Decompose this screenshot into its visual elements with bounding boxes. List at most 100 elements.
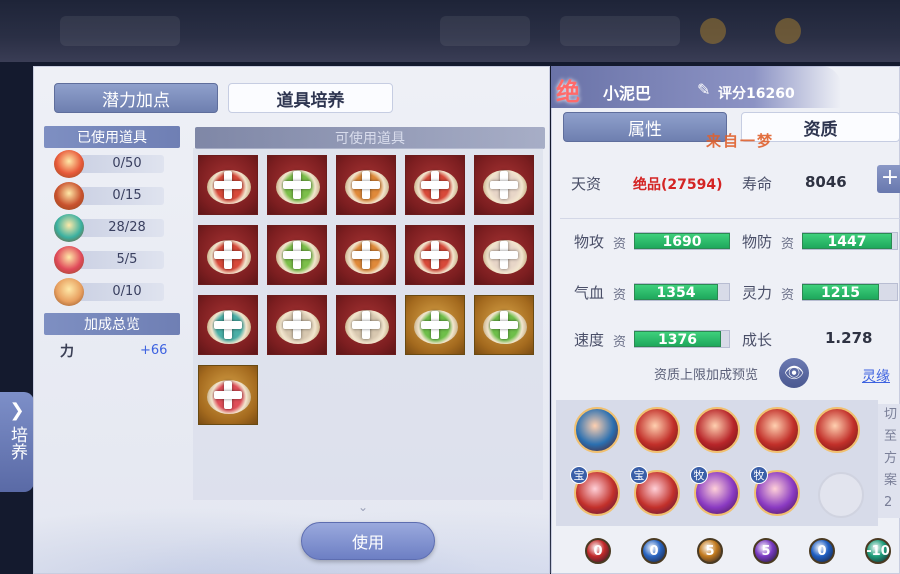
skull-skill-icon[interactable]: 宝 — [630, 466, 680, 516]
item-slot[interactable] — [405, 155, 465, 215]
cat-skill-icon[interactable]: 牧 — [750, 466, 800, 516]
stat-label: 灵力 — [742, 284, 773, 302]
tab-label: 道具培养 — [276, 90, 345, 111]
item-slot[interactable] — [474, 225, 534, 285]
add-life-button[interactable]: + — [877, 165, 900, 193]
helmet-skill-icon[interactable] — [754, 407, 800, 453]
talent-value: 绝品(27594) — [633, 177, 723, 193]
item-slot[interactable] — [336, 225, 396, 285]
life-label: 寿命 — [742, 175, 773, 193]
stat-label: 气血 — [574, 284, 605, 302]
item-slot[interactable] — [474, 295, 534, 355]
food-dish-icon — [54, 150, 84, 178]
aptitude-tag: 资 — [781, 237, 795, 252]
pet-score: 评分16260 — [718, 86, 795, 102]
item-slot[interactable] — [474, 155, 534, 215]
used-item-row[interactable]: 0/10 — [52, 278, 166, 306]
use-button-label: 使用 — [351, 533, 384, 552]
wind-skill-icon[interactable] — [574, 407, 620, 453]
element-orb[interactable]: -10 — [865, 538, 891, 564]
soup-bowl-icon — [54, 278, 84, 306]
used-item-count: 28/28 — [108, 220, 146, 235]
talent-label: 天资 — [571, 175, 602, 193]
aptitude-tag: 资 — [613, 335, 627, 350]
eye-icon[interactable]: 👁 — [779, 358, 809, 388]
skill-tag: 宝 — [630, 466, 648, 484]
tab-potential-points[interactable]: 潜力加点 — [54, 83, 218, 113]
item-slot[interactable] — [405, 295, 465, 355]
element-orb[interactable]: 0 — [641, 538, 667, 564]
used-item-row[interactable]: 0/50 — [52, 150, 166, 178]
tab-label: 属性 — [628, 119, 662, 140]
fate-link[interactable]: 灵缘 — [862, 366, 890, 386]
plus-icon — [490, 241, 518, 269]
plus-icon — [214, 311, 242, 339]
stat-label: 速度 — [574, 331, 605, 349]
item-slot[interactable] — [198, 295, 258, 355]
plus-icon — [214, 241, 242, 269]
tab-attributes[interactable]: 属性 — [563, 112, 727, 142]
element-orb[interactable]: 5 — [697, 538, 723, 564]
stat-bar: 1376 — [634, 331, 721, 348]
stat-label: 物防 — [742, 233, 773, 251]
tab-item-cultivation[interactable]: 道具培养 — [228, 83, 393, 113]
rank-badge: 绝 — [556, 78, 580, 106]
element-orb[interactable]: 0 — [809, 538, 835, 564]
used-item-count: 5/5 — [116, 252, 138, 267]
stat-bar: 1447 — [802, 233, 892, 250]
growth-label: 成长 — [742, 331, 773, 349]
herb-vial-icon — [54, 214, 84, 242]
available-items-header: 可使用道具 — [195, 127, 545, 149]
plus-icon — [283, 241, 311, 269]
used-items-header: 已使用道具 — [44, 126, 180, 148]
overlay-watermark-text: 来自一梦 — [706, 132, 775, 150]
plus-icon — [352, 311, 380, 339]
used-item-row[interactable]: 0/15 — [52, 182, 166, 210]
item-slot[interactable] — [198, 365, 258, 425]
item-slot[interactable] — [267, 155, 327, 215]
aptitude-tag: 资 — [613, 288, 627, 303]
used-item-count: 0/10 — [112, 284, 142, 299]
item-slot[interactable] — [198, 155, 258, 215]
item-slot[interactable] — [336, 295, 396, 355]
currency-icon — [775, 18, 801, 44]
tab-label: 资质 — [803, 119, 838, 140]
item-slot[interactable] — [267, 295, 327, 355]
skill-tag: 宝 — [570, 466, 588, 484]
beast-skill-icon[interactable] — [814, 407, 860, 453]
growth-value: 1.278 — [825, 329, 873, 347]
element-orb[interactable]: 0 — [585, 538, 611, 564]
pet-header — [551, 66, 841, 108]
side-tab-cultivate[interactable]: ❯ 培养 — [0, 392, 34, 492]
plan-switch-hint[interactable]: 切至方案2 — [878, 404, 900, 518]
stat-bar: 1354 — [634, 284, 718, 301]
item-slot[interactable] — [198, 225, 258, 285]
plus-icon — [214, 171, 242, 199]
spiral-skill-icon[interactable]: 牧 — [690, 466, 740, 516]
bonus-stat-value: +66 — [140, 343, 168, 358]
used-item-row[interactable]: 28/28 — [52, 214, 166, 242]
aptitude-tag: 资 — [613, 237, 627, 252]
slash-skill-icon[interactable] — [634, 407, 680, 453]
hood-skill-icon[interactable] — [694, 407, 740, 453]
claw-skill-icon[interactable]: 宝 — [570, 466, 620, 516]
hud-panel — [60, 16, 180, 46]
item-slot[interactable] — [267, 225, 327, 285]
item-slot[interactable] — [336, 155, 396, 215]
used-item-count: 0/15 — [112, 188, 142, 203]
plus-icon — [490, 171, 518, 199]
element-orb[interactable]: 5 — [753, 538, 779, 564]
plus-icon — [283, 311, 311, 339]
plus-icon — [421, 171, 449, 199]
used-item-row[interactable]: 5/5 — [52, 246, 166, 274]
scroll-indicator-icon: ⌄ — [358, 500, 369, 514]
side-tab-label: 培养 — [7, 426, 27, 460]
divider — [560, 218, 900, 219]
skill-tag: 牧 — [690, 466, 708, 484]
item-slot[interactable] — [405, 225, 465, 285]
plus-icon — [421, 311, 449, 339]
use-button[interactable]: 使用 — [301, 522, 435, 560]
decorative-swirl — [34, 493, 551, 573]
empty-skill-slot[interactable] — [818, 472, 864, 518]
aptitude-tag: 资 — [781, 288, 795, 303]
